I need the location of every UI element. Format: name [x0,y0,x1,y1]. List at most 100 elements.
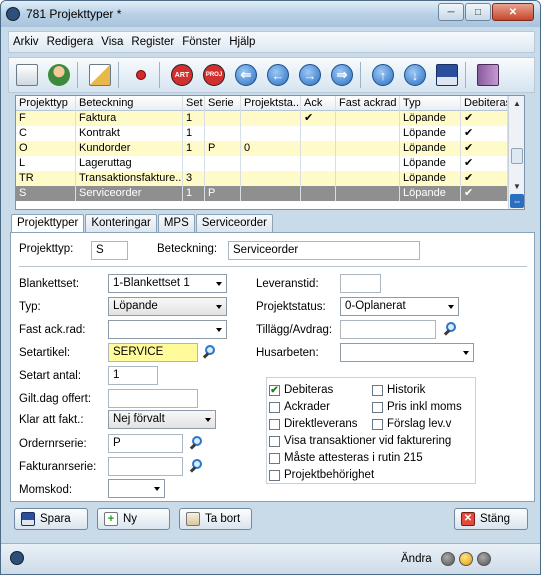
prev-arrow-icon[interactable]: ← [264,61,292,89]
save-icon [21,512,35,526]
menu-visa[interactable]: Visa [101,36,123,48]
col-projekttyp[interactable]: Projekttyp [16,96,76,111]
setartal-field[interactable]: 1 [108,366,158,385]
fastack-select[interactable] [108,320,227,339]
table-cell: Löpande [400,126,461,141]
col-debiteras[interactable]: Debiteras [461,96,508,111]
direktleverans-checkbox[interactable]: Direktleverans [269,418,358,430]
ackrader-checkbox[interactable]: Ackrader [269,401,330,413]
add-user-icon[interactable] [45,61,73,89]
pin-icon[interactable] [127,61,155,89]
setartikel-label: Setartikel: [19,347,71,359]
typ-select[interactable]: Löpande [108,297,227,316]
scroll-down-icon[interactable]: ▼ [509,179,525,194]
col-serie[interactable]: Serie [205,96,241,111]
menu-hjalp[interactable]: Hjälp [229,36,255,48]
table-cell [241,171,301,186]
menu-register[interactable]: Register [131,36,174,48]
search-icon[interactable] [189,458,205,474]
search-icon[interactable] [189,435,205,451]
edit-icon[interactable] [86,61,114,89]
col-set[interactable]: Set [183,96,205,111]
husarbeten-select[interactable] [340,343,474,362]
table-cell [183,156,205,171]
proj-icon[interactable]: PROJ [200,61,228,89]
tillagg-label: Tillägg/Avdrag: [256,324,333,336]
pris-inkl-moms-checkbox[interactable]: Pris inkl moms [372,401,462,413]
beteckning-field[interactable]: Serviceorder [228,241,420,260]
historik-checkbox[interactable]: Historik [372,384,425,396]
tab-konteringar[interactable]: Konteringar [85,214,157,233]
tab-mps[interactable]: MPS [157,214,195,233]
table-cell: 3 [183,171,205,186]
book-icon[interactable] [474,61,502,89]
next-arrow-icon[interactable]: → [296,61,324,89]
minimize-button[interactable]: ─ [438,3,464,21]
giltdag-field[interactable] [108,389,198,408]
delete-button-label: Ta bort [205,513,241,525]
col-fast-ackrad[interactable]: Fast ackrad [336,96,400,111]
window-title: 781 Projekttyper * [26,7,122,21]
down-arrow-icon[interactable]: ↓ [401,61,429,89]
tillagg-field[interactable] [340,320,436,339]
search-icon[interactable] [202,344,218,360]
faktura-field[interactable] [108,457,183,476]
moms-select[interactable] [108,479,165,498]
copy-icon[interactable] [13,61,41,89]
table-cell [336,126,400,141]
table-row[interactable]: O Kundorder 1 P 0 Löpande ✔ [16,141,524,156]
forslag-lev-checkbox[interactable]: Förslag lev.v [372,418,451,430]
grid-body: F Faktura 1 ✔ Löpande ✔ C Kontrakt 1 Löpande ✔ O Kun… [16,111,524,201]
art-icon[interactable]: ART [168,61,196,89]
menu-redigera[interactable]: Redigera [47,36,94,48]
menu-fonster[interactable]: Fönster [182,36,221,48]
col-typ[interactable]: Typ [400,96,461,111]
table-cell [301,156,336,171]
maximize-button[interactable]: □ [465,3,491,21]
table-row[interactable]: S Serviceorder 1 P Löpande ✔ [16,186,524,201]
grid-scrollbar[interactable]: ▲ ▼ ⇔ [508,96,524,209]
table-row[interactable]: C Kontrakt 1 Löpande ✔ [16,126,524,141]
table-cell: 1 [183,186,205,201]
table-cell: O [16,141,76,156]
setartikel-field[interactable]: SERVICE [108,343,198,362]
up-arrow-icon[interactable]: ↑ [369,61,397,89]
projektstatus-select[interactable]: 0-Oplanerat [340,297,459,316]
close-window-button[interactable]: ✕ [492,3,534,21]
visa-transaktioner-checkbox[interactable]: Visa transaktioner vid fakturering [269,435,451,447]
projektbehorighet-checkbox[interactable]: Projektbehörighet [269,469,374,481]
leveranstid-field[interactable] [340,274,381,293]
klar-select[interactable]: Nej förvalt [108,410,216,429]
back-arrow-icon[interactable]: ⇐ [232,61,260,89]
menu-arkiv[interactable]: Arkiv [13,36,39,48]
toolbar-separator [465,62,466,88]
scroll-up-icon[interactable]: ▲ [509,96,525,111]
ordernr-field[interactable]: P [108,434,183,453]
save-button[interactable]: Spara [14,508,88,530]
col-projektstatus[interactable]: Projektsta... [241,96,301,111]
close-button[interactable]: ✕ Stäng [454,508,528,530]
table-row[interactable]: L Lageruttag Löpande ✔ [16,156,524,171]
table-cell: TR [16,171,76,186]
debiteras-checkbox[interactable]: ✔ Debiteras [269,384,333,396]
table-row[interactable]: TR Transaktionsfakture... 3 Löpande ✔ [16,171,524,186]
tab-projekttyper[interactable]: Projekttyper [11,214,85,234]
close-button-label: Stäng [480,513,511,525]
blankettset-select[interactable]: 1-Blankettset 1 [108,274,227,293]
maste-attesteras-checkbox[interactable]: Måste attesteras i rutin 215 [269,452,423,464]
col-ack[interactable]: Ack [301,96,336,111]
search-icon[interactable] [443,321,459,337]
scroll-thumb[interactable] [511,148,523,164]
table-row[interactable]: F Faktura 1 ✔ Löpande ✔ [16,111,524,126]
new-button[interactable]: + Ny [97,508,170,530]
grid-expand-icon[interactable]: ⇔ [510,194,524,208]
save-icon[interactable] [433,61,461,89]
tab-serviceorder[interactable]: Serviceorder [195,214,273,233]
forslag-lev-label: Förslag lev.v [387,418,452,430]
table-cell: Löpande [400,186,461,201]
col-beteckning[interactable]: Beteckning [76,96,183,111]
forward-arrow-icon[interactable]: ⇒ [328,61,356,89]
projekttyp-field[interactable]: S [91,241,128,260]
klar-value: Nej förvalt [113,413,165,425]
delete-button[interactable]: Ta bort [179,508,252,530]
